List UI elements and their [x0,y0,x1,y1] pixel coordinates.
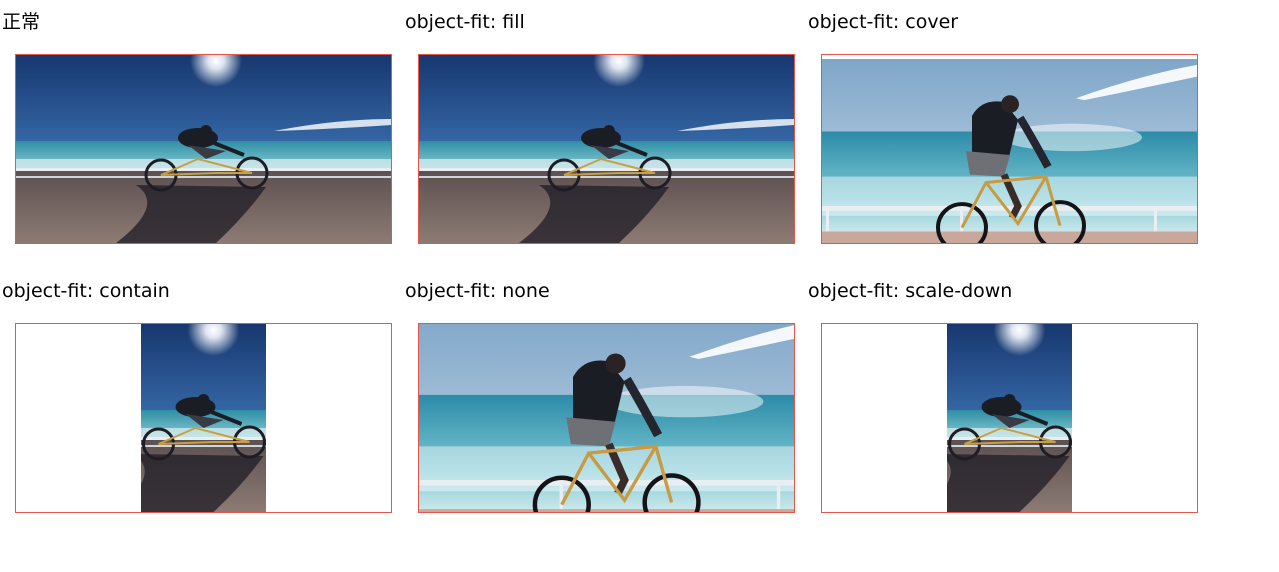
frame-image [16,55,391,243]
image-frame-normal [15,54,392,244]
demo-label: object-fit: fill [405,11,525,33]
frame-image [822,55,1197,243]
image-frame-scale-down [821,323,1198,513]
image-frame-none [418,323,795,513]
image-frame-contain [15,323,392,513]
demo-label: object-fit: scale-down [808,280,1013,302]
demo-label: object-fit: cover [808,11,959,33]
image-frame-fill [418,54,795,244]
frame-image [419,55,794,243]
frame-image [419,324,794,512]
image-frame-cover [821,54,1198,244]
demo-label: 正常 [2,11,41,33]
demo-label: object-fit: none [405,280,550,302]
frame-image [947,324,1072,512]
frame-image [141,324,266,512]
demo-label: object-fit: contain [2,280,170,302]
